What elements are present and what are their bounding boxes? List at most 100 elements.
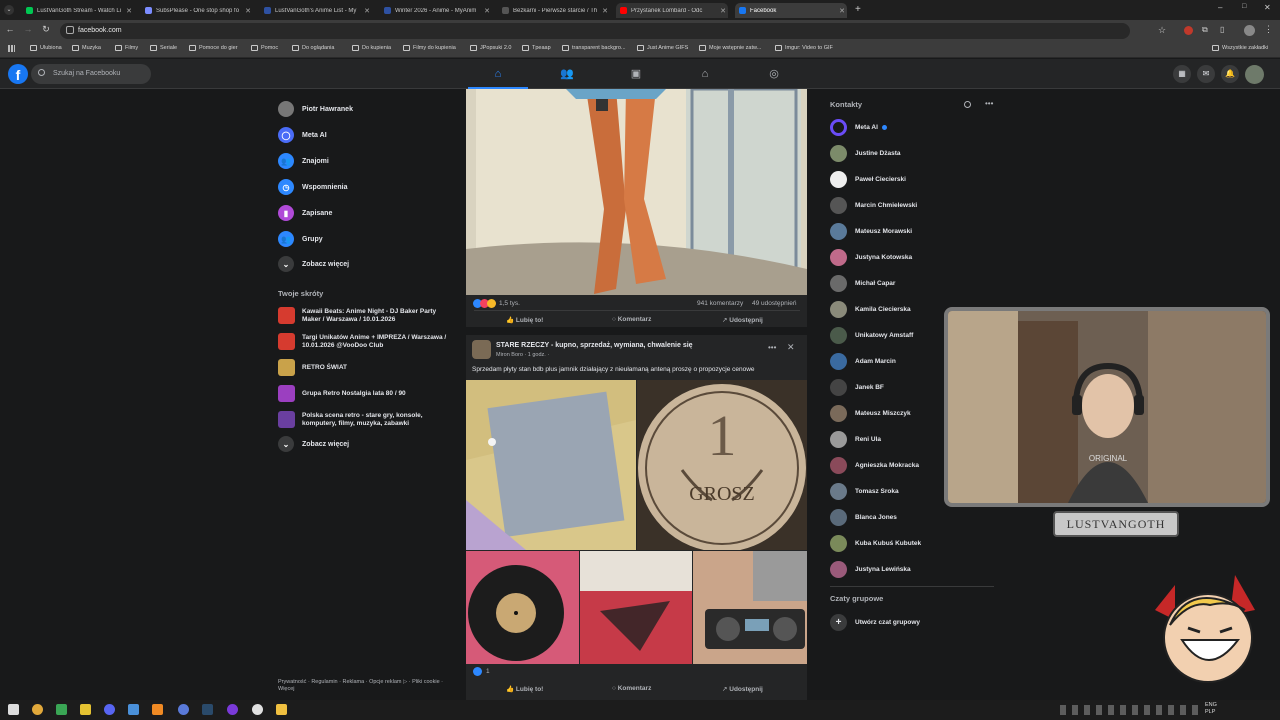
shortcut-item[interactable]: Polska scena retro - stare gry, konsole,… (278, 411, 448, 428)
browser-tab[interactable]: Bezkarni - Pierwsze starcie / Th ✕ (498, 3, 610, 18)
extensions-icon[interactable] (1184, 26, 1193, 35)
contact-item[interactable]: Tomasz Sroka (830, 481, 899, 501)
tab-close-icon[interactable]: ✕ (124, 7, 134, 15)
facebook-search-input[interactable]: Szukaj na Facebooku (31, 64, 151, 84)
minimize-button[interactable]: – (1218, 3, 1222, 12)
sidebar-icon[interactable]: ▯ (1220, 25, 1224, 34)
contact-item[interactable]: Mateusz Miszczyk (830, 403, 911, 423)
post-author[interactable]: Miron Boro · 1 godz. · (496, 352, 549, 358)
marketplace-nav-icon[interactable]: ⌂ (694, 64, 716, 84)
forward-icon[interactable]: → (22, 24, 34, 34)
bookmark-star-icon[interactable]: ☆ (1158, 25, 1166, 36)
share-button-2[interactable]: ↗ Udostępnij (722, 685, 763, 693)
contact-item[interactable]: Paweł Ciecierski (830, 169, 906, 189)
vlc-icon[interactable] (152, 704, 163, 715)
bookmark-item[interactable]: Filmy do kupienia (403, 45, 456, 51)
reload-icon[interactable]: ↻ (40, 24, 52, 35)
address-bar[interactable]: facebook.com (60, 23, 1130, 39)
tab-close-icon[interactable]: ✕ (600, 7, 610, 15)
tab-close-icon[interactable]: ✕ (837, 7, 847, 15)
bookmark-item[interactable]: Ulubiona (30, 45, 62, 51)
app-icon-yellow[interactable] (80, 704, 91, 715)
bookmark-item[interactable]: Tpeaap (522, 45, 551, 51)
shortcut-item[interactable]: Grupa Retro Nostalgia lata 80 / 90 (278, 385, 448, 402)
post-2-photo-3[interactable] (466, 551, 579, 664)
tab-close-icon[interactable]: ✕ (482, 7, 492, 15)
bookmark-item[interactable]: Seriale (150, 45, 177, 51)
discord-icon[interactable] (104, 704, 115, 715)
account-avatar[interactable] (1245, 65, 1264, 84)
tab-close-icon[interactable]: ✕ (362, 7, 372, 15)
bookmark-item[interactable]: Moje wstępnie zatw... (699, 45, 761, 51)
post-1-photo[interactable] (466, 89, 807, 295)
post-1-share-count[interactable]: 49 udostępnień (752, 300, 796, 307)
steam-icon[interactable] (202, 704, 213, 715)
post-1-comment-count[interactable]: 941 komentarzy (697, 300, 743, 307)
left-nav-item[interactable]: ◷ Wspomnienia (278, 178, 348, 196)
left-nav-item[interactable]: 👥 Grupy (278, 230, 323, 248)
chrome-icon[interactable] (32, 704, 43, 715)
more-options-icon[interactable]: ••• (768, 343, 776, 352)
post-2-photo-4[interactable] (580, 551, 692, 664)
bookmark-item[interactable]: Filmy (115, 45, 138, 51)
site-info-icon[interactable] (66, 26, 74, 34)
obs-icon[interactable] (227, 704, 238, 715)
contact-item[interactable]: Reni Ula (830, 429, 881, 449)
app-icon-green[interactable] (56, 704, 67, 715)
contact-item[interactable]: Unikatowy Amstaff (830, 325, 913, 345)
folder-icon-taskbar[interactable] (276, 704, 287, 715)
browser-tab[interactable]: LustVanGoth Stream - Watch Li ✕ (22, 3, 134, 18)
bookmark-item[interactable]: transparent backgro... (562, 45, 626, 51)
group-name[interactable]: STARE RZECZY - kupno, sprzedaż, wymiana,… (496, 342, 693, 349)
close-post-icon[interactable]: ✕ (787, 342, 795, 353)
post-2-reaction-count[interactable]: 1 (486, 668, 490, 675)
facebook-logo[interactable]: f (8, 64, 28, 84)
comment-button-2[interactable]: ○ Komentarz (612, 685, 651, 692)
left-nav-item[interactable]: ▮ Zapisane (278, 204, 332, 222)
back-icon[interactable]: ← (4, 24, 16, 34)
tab-close-icon[interactable]: ✕ (243, 7, 253, 15)
maximize-button[interactable]: □ (1242, 3, 1246, 10)
tab-search-icon[interactable]: ⌄ (4, 5, 14, 15)
menu-grid-icon[interactable]: ▦ (1173, 65, 1191, 83)
notifications-icon[interactable]: 🔔 (1221, 65, 1239, 83)
create-group-chat-button[interactable]: + Utwórz czat grupowy (830, 612, 920, 632)
contacts-search-icon[interactable] (964, 101, 971, 108)
left-nav-item[interactable]: 👥 Znajomi (278, 152, 329, 170)
bookmark-item[interactable]: Pomoc (251, 45, 278, 51)
contact-item[interactable]: Blanca Jones (830, 507, 897, 527)
contact-item[interactable]: Janek BF (830, 377, 884, 397)
bookmark-item[interactable]: Imgur: Video to GIF (775, 45, 833, 51)
home-icon[interactable]: ⌂ (487, 64, 509, 84)
bookmark-item[interactable]: JPopsuki 2.0 (470, 45, 512, 51)
contact-item[interactable]: Justyna Lewińska (830, 559, 911, 579)
menu-icon[interactable]: ⋮ (1264, 24, 1273, 35)
contact-item[interactable]: Kuba Kubuś Kubutek (830, 533, 921, 553)
contact-item[interactable]: Justyna Kotowska (830, 247, 912, 267)
contact-item[interactable]: Kamila Ciecierska (830, 299, 911, 319)
like-button[interactable]: 👍 Lubię to! (506, 316, 543, 324)
watch-nav-icon[interactable]: ▣ (625, 64, 647, 84)
bookmark-item[interactable]: Muzyka (72, 45, 101, 51)
messenger-icon[interactable]: ✉ (1197, 65, 1215, 83)
bookmark-item[interactable]: Pomoce do gier (189, 45, 238, 51)
globe-icon[interactable] (178, 704, 189, 715)
browser-tab[interactable]: Winter 2026 - Anime - MyAnim ✕ (380, 3, 492, 18)
profile-icon[interactable] (1244, 25, 1255, 36)
browser-tab[interactable]: Przystanek Lombard - Odc ✕ (616, 3, 728, 18)
left-nav-item[interactable]: ◯ Meta AI (278, 126, 327, 144)
bookmark-item[interactable]: Do oglądania (292, 45, 334, 51)
post-1-reaction-count[interactable]: 1,5 tys. (499, 300, 520, 307)
contact-item[interactable]: Agnieszka Mokracka (830, 455, 919, 475)
left-nav-item[interactable]: Piotr Hawranek (278, 100, 353, 118)
footer-links[interactable]: Prywatność · Regulamin · Reklama · Opcje… (278, 679, 443, 693)
app-icon-blue[interactable] (128, 704, 139, 715)
tab-close-icon[interactable]: ✕ (718, 7, 728, 15)
contact-item[interactable]: Adam Marcin (830, 351, 896, 371)
browser-tab[interactable]: LustVanGoth's Anime List - My ✕ (260, 3, 372, 18)
app-icon-white[interactable] (252, 704, 263, 715)
shortcuts-see-more[interactable]: ⌄ Zobacz więcej (278, 435, 349, 453)
apps-icon[interactable] (8, 45, 15, 52)
browser-tab[interactable]: Facebook ✕ (735, 3, 847, 18)
bookmark-item[interactable]: Do kupienia (352, 45, 391, 51)
